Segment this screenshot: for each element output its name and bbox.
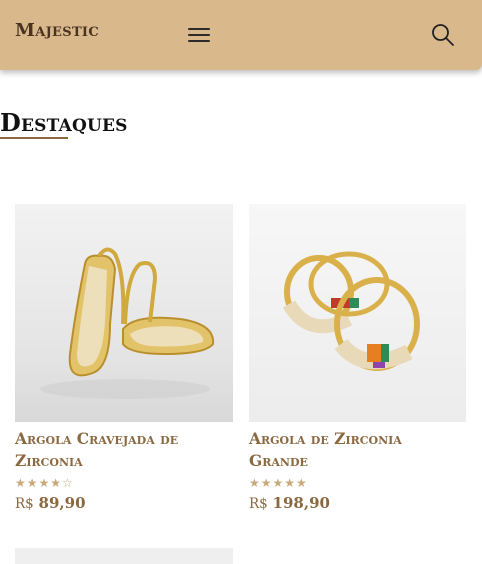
product-name[interactable]: Argola Cravejada de Zirconia (15, 428, 233, 472)
price-value: 89,90 (38, 494, 86, 512)
product-image[interactable] (15, 204, 233, 422)
section-title: Destaques (0, 108, 128, 137)
price-value: 198,90 (272, 494, 330, 512)
product-image[interactable] (249, 204, 466, 422)
brand-logo[interactable]: Majestic (15, 20, 99, 41)
product-card-partial[interactable] (15, 548, 233, 564)
price-currency: R$ (15, 496, 34, 512)
product-card[interactable]: Argola de Zirconia Grande ★★★★★ R$ 198,9… (249, 204, 466, 512)
hamburger-menu-icon[interactable] (188, 24, 212, 46)
product-card[interactable]: Argola Cravejada de Zirconia ★★★★☆ R$ 89… (15, 204, 233, 512)
star-rating: ★★★★★ (249, 476, 308, 490)
search-icon[interactable] (430, 22, 456, 48)
site-header: Majestic (0, 0, 482, 70)
star-rating: ★★★★☆ (15, 476, 74, 490)
product-price: R$ 89,90 (15, 494, 233, 512)
product-name[interactable]: Argola de Zirconia Grande (249, 428, 466, 472)
section-underline (0, 137, 68, 139)
price-currency: R$ (249, 496, 268, 512)
product-price: R$ 198,90 (249, 494, 466, 512)
